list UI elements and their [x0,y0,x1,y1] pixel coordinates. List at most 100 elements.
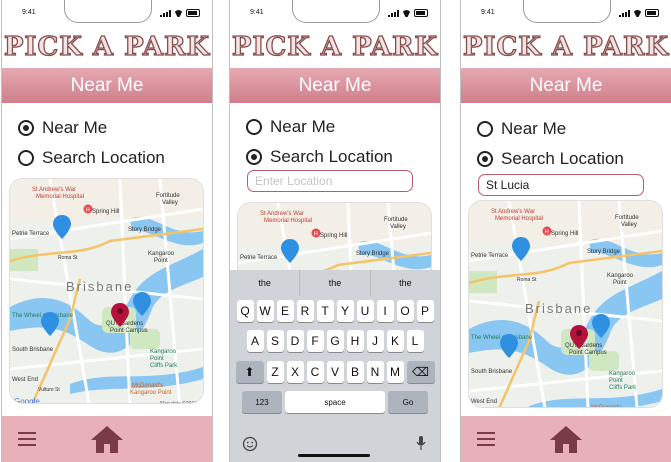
hospital-icon: H [542,226,552,236]
space-key[interactable]: space [285,391,385,413]
svg-text:Point: Point [609,378,623,384]
map-label-petrie-terrace: Petrie Terrace [240,255,278,261]
battery-icon [186,9,200,17]
map-label-kangaroo-point: Kangaroo [607,273,634,279]
suggestion[interactable]: the [230,270,301,296]
radio-selected-icon[interactable] [246,149,262,165]
home-indicator [298,454,370,457]
key-a[interactable]: A [246,330,264,352]
suggestion[interactable]: the [371,270,440,296]
key-o[interactable]: O [396,300,414,322]
map-label-south-brisbane: South Brisbane [471,369,513,375]
key-g[interactable]: G [326,330,344,352]
map-label-kangaroo-point: Kangaroo [148,251,175,257]
emoji-icon[interactable] [242,436,258,452]
map-label-spring-hill: Spring Hill [320,233,347,239]
map-label-west-end: West End [12,377,38,383]
home-icon[interactable] [90,424,124,454]
app-title: PICK A PARK [231,31,439,62]
wifi-icon [633,10,642,17]
key-c[interactable]: C [306,361,324,383]
wifi-icon [402,10,411,17]
key-d[interactable]: D [286,330,304,352]
radio-search-location[interactable]: Search Location [477,149,624,169]
map-label-fortitude-valley: Fortitude [384,217,408,223]
radio-near-me[interactable]: Near Me [18,118,107,138]
home-icon[interactable] [549,424,583,454]
radio-search-location[interactable]: Search Location [246,147,393,167]
key-w[interactable]: W [256,300,274,322]
radio-unselected-icon[interactable] [18,150,34,166]
phone-screen-near-me: 9:41 PICK A PARK Near Me Near Me Search … [1,0,213,462]
section-banner: Near Me [461,68,671,103]
status-bar: 9:41 [230,0,440,28]
svg-text:Point: Point [154,258,168,264]
map-svg: St Andrew's War Memorial Hospital Spring… [469,201,662,407]
location-input[interactable] [478,174,644,196]
key-p[interactable]: P [416,300,434,322]
notch [292,0,380,23]
radio-unselected-icon[interactable] [477,121,493,137]
radio-label: Near Me [501,119,567,138]
key-m[interactable]: M [386,361,404,383]
svg-text:H: H [86,208,90,214]
key-h[interactable]: H [346,330,364,352]
radio-near-me[interactable]: Near Me [246,117,335,137]
shift-icon[interactable]: ⬆ [235,361,264,383]
key-x[interactable]: X [286,361,304,383]
svg-text:Point Campus: Point Campus [110,328,148,334]
key-b[interactable]: B [346,361,364,383]
svg-text:Cliffs Park: Cliffs Park [150,363,178,369]
map-view[interactable]: St Andrew's War Memorial Hospital Spring… [468,200,663,408]
key-z[interactable]: Z [266,361,284,383]
map-label-fortitude-valley: Fortitude [156,193,180,199]
map-label-brisbane: Brisbane [525,301,592,316]
go-key[interactable]: Go [388,391,428,413]
svg-text:Valley: Valley [621,222,637,228]
key-l[interactable]: L [406,330,424,352]
numbers-key[interactable]: 123 [242,391,282,413]
key-k[interactable]: K [386,330,404,352]
radio-selected-icon[interactable] [477,151,493,167]
key-i[interactable]: I [376,300,394,322]
radio-unselected-icon[interactable] [246,119,262,135]
key-s[interactable]: S [266,330,284,352]
key-u[interactable]: U [356,300,374,322]
svg-text:Memorial Hospital: Memorial Hospital [495,216,543,222]
phone-screen-search-keyboard: 9:41 PICK A PARK Near Me Near Me Search … [229,0,441,462]
suggestion[interactable]: the [300,270,371,296]
key-f[interactable]: F [306,330,324,352]
key-v[interactable]: V [326,361,344,383]
location-input[interactable] [247,170,413,192]
key-t[interactable]: T [316,300,334,322]
svg-text:Point Campus: Point Campus [569,350,607,356]
svg-text:Point: Point [613,280,627,286]
key-n[interactable]: N [366,361,384,383]
map-label-south-brisbane: South Brisbane [12,347,54,353]
key-y[interactable]: Y [336,300,354,322]
radio-search-location[interactable]: Search Location [18,148,165,168]
map-label-fortitude-valley: Fortitude [615,215,639,221]
status-bar: 9:41 [2,0,212,28]
svg-text:Valley: Valley [162,200,178,206]
keyboard: the the the QWERTYUIOP ASDFGHJKL ⬆ ZXCVB… [230,270,440,462]
key-q[interactable]: Q [236,300,254,322]
hamburger-icon[interactable] [18,432,36,446]
key-r[interactable]: R [296,300,314,322]
map-label-story-bridge: Story Bridge [128,227,162,233]
hamburger-icon[interactable] [477,432,495,446]
key-e[interactable]: E [276,300,294,322]
backspace-icon[interactable]: ⌫ [406,361,435,383]
map-label-west-end: West End [471,399,497,405]
map-label-hospital: St Andrew's War [32,187,76,193]
svg-text:Memorial Hospital: Memorial Hospital [36,194,84,200]
hospital-icon: H [311,228,321,238]
radio-near-me[interactable]: Near Me [477,119,566,139]
map-view[interactable]: St Andrew's War Memorial Hospital Spring… [9,178,204,404]
radio-selected-icon[interactable] [18,120,34,136]
wifi-icon [174,10,183,17]
key-j[interactable]: J [366,330,384,352]
notch [523,0,611,23]
microphone-icon[interactable] [416,435,426,451]
map-label-story-bridge: Story Bridge [587,249,621,255]
